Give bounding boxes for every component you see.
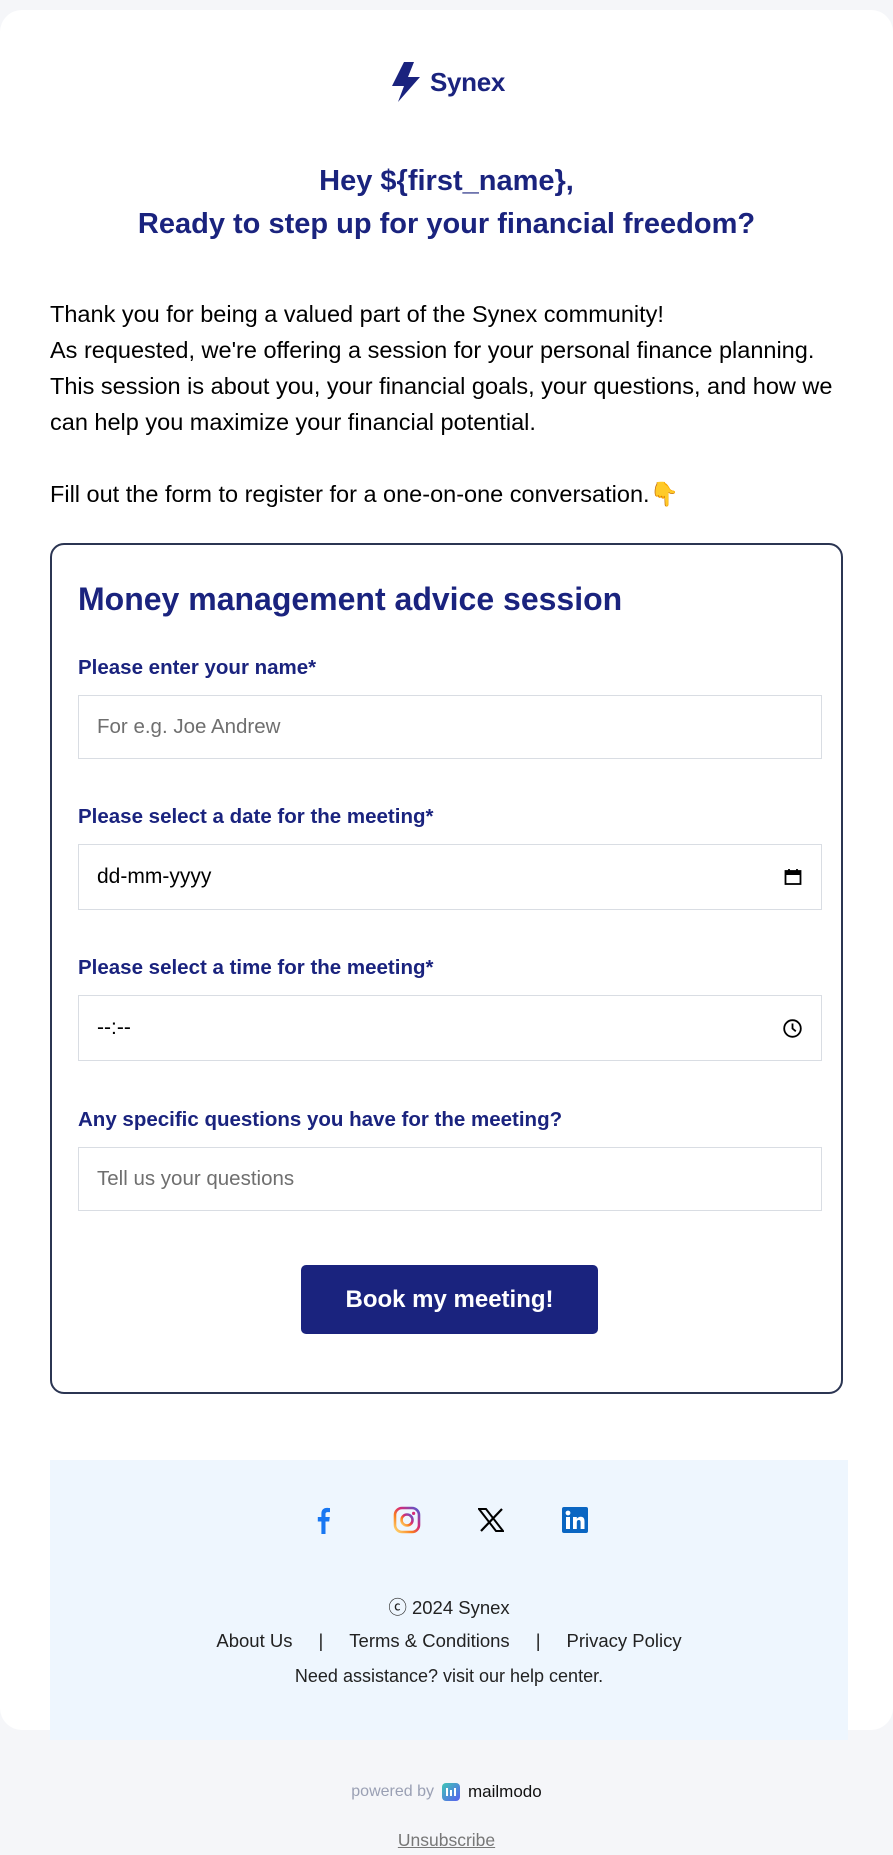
questions-placeholder: Tell us your questions [97,1167,295,1190]
pointing-down-emoji-icon: 👇 [649,481,679,507]
headline-subtitle: Ready to step up for your financial free… [137,208,756,240]
footer-links: About Us | Terms & Conditions | Privacy … [50,1630,848,1652]
help-center-text[interactable]: Need assistance? visit our help center. [50,1666,848,1687]
questions-label: Any specific questions you have for the … [78,1108,563,1131]
meeting-form: Money management advice session Please e… [50,543,843,1394]
book-meeting-button[interactable]: Book my meeting! [301,1265,598,1334]
lightning-bolt-icon [391,62,420,102]
intro-paragraph-1: Thank you for being a valued part of the… [50,301,664,327]
clock-icon[interactable] [782,1018,803,1039]
questions-input[interactable]: Tell us your questions [78,1147,822,1211]
intro-text: Thank you for being a valued part of the… [50,296,860,440]
powered-by-label: powered by [351,1783,434,1800]
footer: ⓒ 2024 Synex About Us | Terms & Conditio… [50,1460,848,1740]
brand-name: Synex [429,66,506,97]
time-input[interactable]: --:-- [78,995,822,1061]
calendar-icon[interactable] [783,867,803,887]
unsubscribe-link[interactable]: Unsubscribe [0,1830,893,1851]
instagram-icon[interactable] [393,1506,421,1534]
mailmodo-name: mailmodo [468,1782,542,1801]
about-us-link[interactable]: About Us [216,1630,292,1652]
date-label: Please select a date for the meeting* [78,805,434,828]
facebook-icon[interactable] [309,1506,337,1534]
social-links [50,1506,848,1534]
date-input[interactable]: dd-mm-yyyy [78,844,822,910]
x-icon[interactable] [477,1506,505,1534]
name-placeholder: For e.g. Joe Andrew [97,715,281,738]
cta-label: Fill out the form to register for a one-… [50,481,650,507]
link-separator: | [318,1630,324,1651]
mailmodo-logo-icon [442,1783,460,1801]
date-value: dd-mm-yyyy [97,865,212,888]
name-input[interactable]: For e.g. Joe Andrew [78,695,822,759]
greeting: Hey ${first_name}, [319,165,574,197]
copyright: ⓒ 2024 Synex [388,1597,510,1618]
privacy-policy-link[interactable]: Privacy Policy [567,1630,682,1652]
time-label: Please select a time for the meeting* [78,956,434,979]
link-separator: | [535,1630,541,1651]
cta-text: Fill out the form to register for a one-… [50,476,679,512]
brand-logo: Synex [0,60,893,104]
headline: Hey ${first_name}, Ready to step up for … [0,160,893,246]
email-card: Synex Hey ${first_name}, Ready to step u… [0,10,893,1740]
form-title: Money management advice session [78,581,623,617]
name-label: Please enter your name* [78,656,317,679]
time-value: --:-- [97,1016,131,1039]
linkedin-icon[interactable] [561,1506,589,1534]
terms-link[interactable]: Terms & Conditions [349,1630,509,1652]
powered-by[interactable]: powered by mailmodo [0,1782,893,1802]
intro-paragraph-2: As requested, we're offering a session f… [50,337,833,435]
